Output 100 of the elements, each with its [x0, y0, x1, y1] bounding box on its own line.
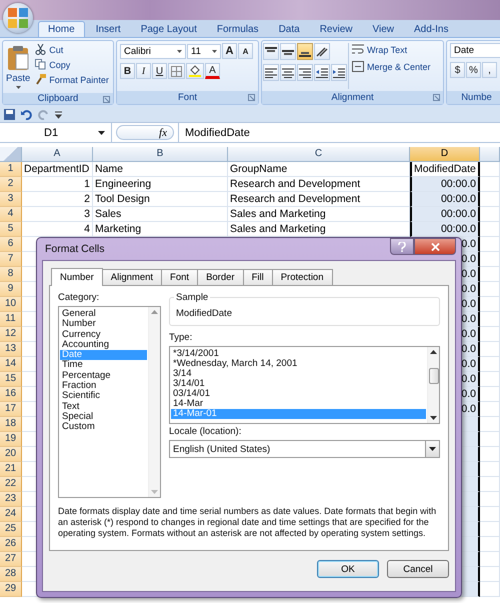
name-box[interactable]: D1 [0, 123, 112, 142]
column-header[interactable]: D [410, 147, 480, 162]
row-header[interactable]: 7 [0, 252, 22, 267]
row-header[interactable]: 22 [0, 477, 22, 492]
column-header[interactable]: C [228, 147, 410, 162]
alignment-button[interactable] [314, 64, 330, 81]
row-header[interactable]: 27 [0, 552, 22, 567]
shrink-font-button[interactable]: A [238, 43, 253, 59]
underline-button[interactable]: U [152, 63, 167, 79]
row-header[interactable]: 19 [0, 432, 22, 447]
borders-button[interactable] [168, 63, 185, 79]
help-button[interactable] [390, 238, 414, 255]
ribbon-tab[interactable]: Add-Ins [404, 21, 458, 37]
row-header[interactable]: 5 [0, 222, 22, 237]
number-format-field[interactable]: Date [450, 43, 500, 58]
row-header[interactable]: 29 [0, 582, 22, 597]
locale-dropdown[interactable]: English (United States) [169, 440, 440, 458]
function-button-area[interactable]: fx [116, 125, 174, 140]
row-header[interactable]: 18 [0, 417, 22, 432]
row-header[interactable]: 15 [0, 372, 22, 387]
category-item[interactable]: Custom [60, 422, 147, 433]
row-header[interactable]: 6 [0, 237, 22, 252]
dialog-tab[interactable]: Fill [242, 269, 273, 285]
cut-button[interactable]: Cut [33, 43, 111, 56]
ribbon-tab[interactable]: Home [38, 21, 85, 37]
formula-field[interactable]: ModifiedDate [178, 123, 500, 142]
scrollbar[interactable] [427, 347, 439, 423]
row-header[interactable]: 14 [0, 357, 22, 372]
row-header[interactable]: 20 [0, 447, 22, 462]
alignment-button[interactable] [263, 64, 279, 81]
ribbon-tab[interactable]: Review [310, 21, 362, 37]
row-header[interactable]: 26 [0, 537, 22, 552]
fill-color-button[interactable] [186, 63, 204, 79]
category-item[interactable]: Scientific [60, 391, 147, 402]
alignment-button[interactable] [331, 64, 347, 81]
font-color-button[interactable]: A [205, 63, 220, 79]
copy-button[interactable]: Copy [33, 58, 111, 71]
alignment-button[interactable] [297, 64, 313, 81]
ribbon-tab[interactable]: Insert [86, 21, 130, 37]
dialog-launcher-icon[interactable] [433, 94, 440, 101]
currency-button[interactable]: $ [450, 62, 465, 78]
category-item[interactable]: Currency [60, 330, 147, 340]
dialog-tab[interactable]: Alignment [102, 269, 162, 285]
row-header[interactable]: 25 [0, 522, 22, 537]
row-header[interactable]: 24 [0, 507, 22, 522]
row-header[interactable]: 12 [0, 327, 22, 342]
close-button[interactable] [414, 238, 456, 255]
ribbon-tab[interactable]: View [363, 21, 403, 37]
alignment-button[interactable] [297, 43, 313, 60]
category-item[interactable]: General [60, 309, 147, 320]
row-header[interactable]: 1 [0, 162, 22, 177]
dialog-tab[interactable]: Font [161, 269, 198, 285]
font-name-field[interactable]: Calibri [120, 44, 186, 58]
grow-font-button[interactable]: A [222, 43, 237, 59]
insert-function-button[interactable]: fx [159, 126, 167, 138]
undo-icon[interactable] [21, 109, 32, 120]
alignment-button[interactable] [263, 43, 279, 60]
category-item[interactable]: Accounting [60, 340, 147, 350]
paste-button[interactable]: Paste [4, 43, 32, 91]
category-item[interactable]: Text [60, 402, 147, 412]
bold-button[interactable]: B [120, 63, 135, 79]
ribbon-tab[interactable]: Formulas [208, 21, 268, 37]
save-icon[interactable] [4, 109, 15, 120]
category-item[interactable]: Percentage [60, 370, 147, 382]
dialog-launcher-icon[interactable] [103, 96, 110, 103]
scroll-up-icon[interactable] [430, 350, 437, 354]
row-header[interactable]: 9 [0, 282, 22, 297]
row-header[interactable]: 11 [0, 312, 22, 327]
row-header[interactable]: 2 [0, 177, 22, 192]
format-painter-button[interactable]: Format Painter [33, 73, 111, 86]
merge-center-button[interactable]: Merge & Center [350, 60, 433, 73]
row-header[interactable]: 28 [0, 567, 22, 582]
italic-button[interactable]: I [136, 63, 151, 79]
alignment-button[interactable] [280, 43, 296, 60]
dialog-launcher-icon[interactable] [248, 94, 255, 101]
wrap-text-button[interactable]: Wrap Text [350, 43, 433, 56]
category-item[interactable]: Time [60, 360, 147, 371]
row-header[interactable]: 3 [0, 192, 22, 207]
row-header[interactable]: 4 [0, 207, 22, 222]
row-header[interactable]: 10 [0, 297, 22, 312]
category-item[interactable]: Fraction [60, 381, 147, 392]
alignment-button[interactable] [314, 43, 330, 60]
dialog-tab[interactable]: Number [51, 268, 103, 286]
category-item[interactable]: Number [60, 319, 147, 330]
comma-button[interactable]: , [482, 62, 497, 78]
column-header[interactable]: B [93, 147, 228, 162]
font-size-field[interactable]: 11 [187, 44, 221, 58]
column-header[interactable]: A [22, 147, 93, 162]
row-header[interactable]: 23 [0, 492, 22, 507]
row-header[interactable]: 13 [0, 342, 22, 357]
alignment-button[interactable] [280, 64, 296, 81]
scroll-thumb[interactable] [428, 368, 438, 384]
category-item[interactable]: Special [60, 412, 147, 422]
row-header[interactable]: 17 [0, 402, 22, 417]
row-header[interactable]: 8 [0, 267, 22, 282]
percent-button[interactable]: % [466, 62, 481, 78]
dialog-tab[interactable]: Border [197, 269, 244, 285]
ok-button[interactable]: OK [317, 560, 379, 578]
dialog-tab[interactable]: Protection [272, 269, 332, 285]
ribbon-tab[interactable]: Page Layout [132, 21, 206, 37]
